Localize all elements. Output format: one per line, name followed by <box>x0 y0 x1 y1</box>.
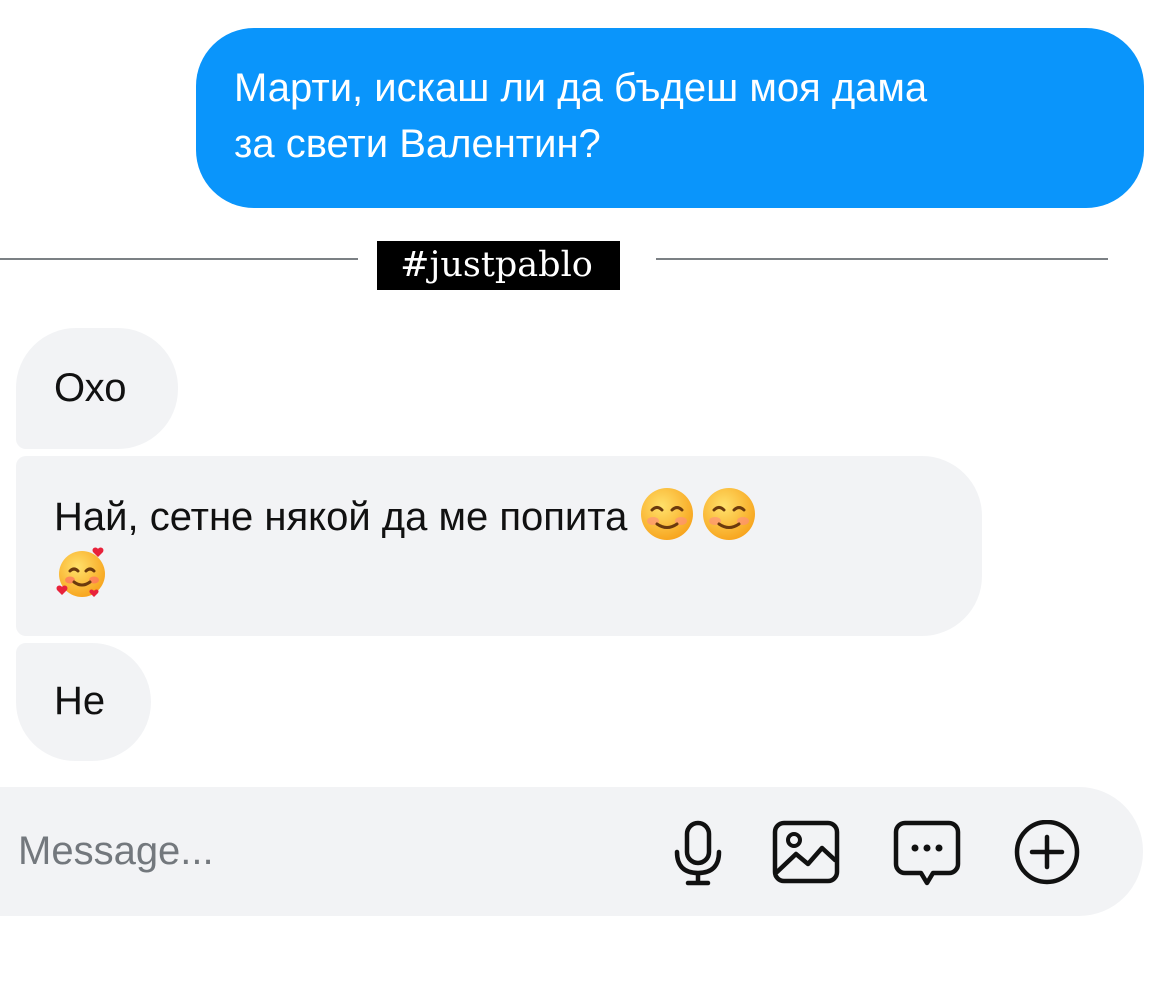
incoming-message-text: Не <box>54 679 106 723</box>
smiling-face-icon <box>701 486 757 542</box>
outgoing-message-line-1: Марти, искаш ли да бъдеш моя дама <box>234 66 928 110</box>
incoming-message[interactable]: Не <box>16 643 151 761</box>
message-composer <box>0 787 1143 916</box>
incoming-message[interactable]: Охо <box>16 328 178 449</box>
incoming-message[interactable]: Най, сетне някой да ме попита <box>16 456 982 636</box>
image-icon[interactable] <box>772 820 840 888</box>
outgoing-message[interactable]: Марти, искаш ли да бъдеш моя дама за све… <box>196 28 1144 208</box>
hashtag-overlay: #justpablo <box>377 241 620 290</box>
sticker-icon[interactable] <box>893 820 961 888</box>
divider-line-left <box>0 258 358 260</box>
message-input[interactable] <box>18 815 618 887</box>
microphone-icon[interactable] <box>664 820 732 888</box>
incoming-message-text: Охо <box>54 366 127 410</box>
divider-line-right <box>656 258 1108 260</box>
outgoing-message-line-2: за свети Валентин? <box>234 122 601 166</box>
plus-icon[interactable] <box>1013 820 1081 888</box>
smiling-face-with-hearts-icon <box>54 545 110 601</box>
smiling-face-icon <box>639 486 695 542</box>
incoming-message-text: Най, сетне някой да ме попита <box>54 495 628 539</box>
